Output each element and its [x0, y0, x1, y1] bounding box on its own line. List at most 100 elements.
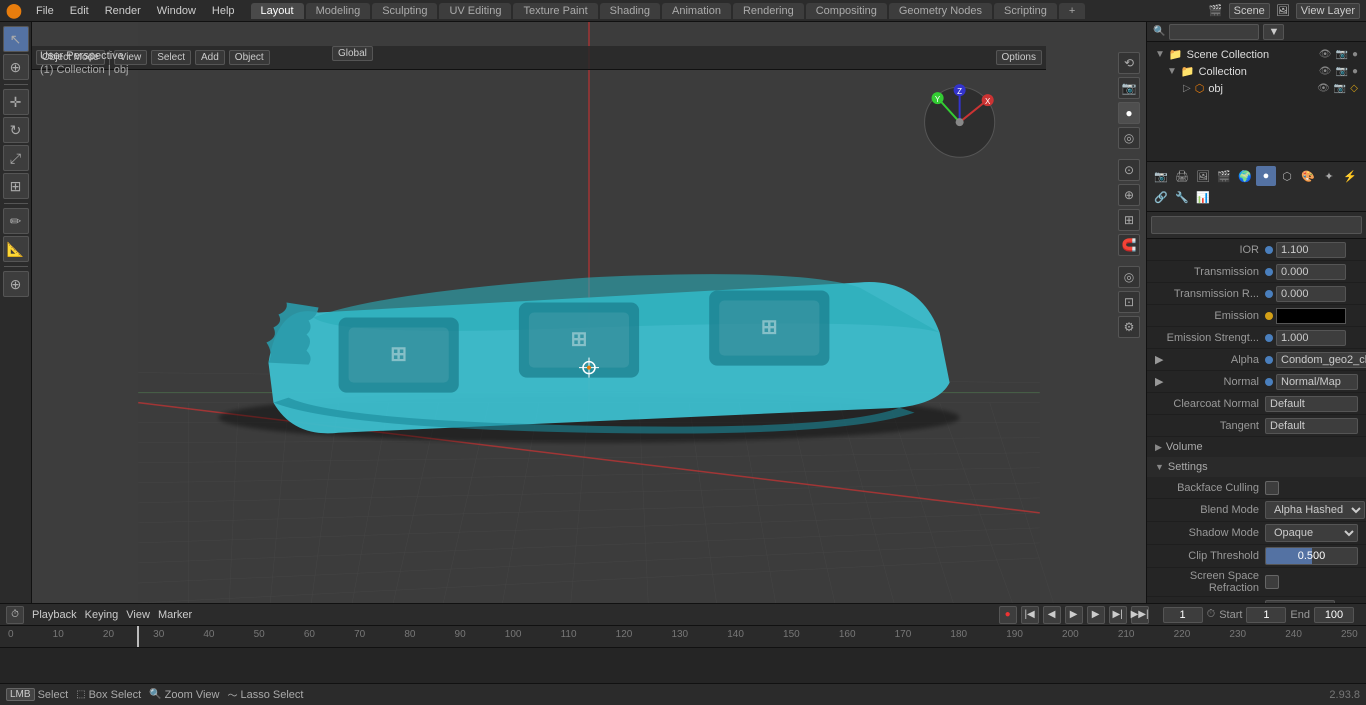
- emission-color[interactable]: [1276, 308, 1346, 324]
- viewport[interactable]: Object Mode View Select Add Object Optio…: [32, 22, 1146, 603]
- tool-select[interactable]: ↖: [3, 26, 29, 52]
- tool-rotate[interactable]: ↻: [3, 117, 29, 143]
- keying-menu[interactable]: Keying: [85, 609, 119, 621]
- scene-collection-cam[interactable]: 📷: [1336, 49, 1348, 60]
- proportional-btn[interactable]: ◎: [1118, 266, 1140, 288]
- start-frame-box[interactable]: 1: [1246, 607, 1286, 623]
- prop-icon-data[interactable]: 📊: [1193, 187, 1213, 207]
- menu-window[interactable]: Window: [149, 3, 204, 19]
- view-camera-btn[interactable]: 📷: [1118, 77, 1140, 99]
- tab-geometry-nodes[interactable]: Geometry Nodes: [889, 3, 992, 19]
- backface-checkbox[interactable]: [1265, 481, 1279, 495]
- obj-cam[interactable]: 📷: [1334, 83, 1346, 94]
- viewport-options[interactable]: Options: [996, 50, 1042, 65]
- tab-add[interactable]: +: [1059, 3, 1085, 19]
- emission-strength-input[interactable]: 1.000: [1276, 330, 1346, 346]
- tool-settings-btn[interactable]: ⚙: [1118, 316, 1140, 338]
- prop-icon-physics[interactable]: ⚡: [1340, 166, 1360, 186]
- tab-animation[interactable]: Animation: [662, 3, 731, 19]
- next-keyframe-btn[interactable]: ▶|: [1109, 606, 1127, 624]
- viewport-canvas[interactable]: ⊞ ⊞ ⊞ X: [32, 22, 1146, 603]
- volume-section[interactable]: ▶ Volume: [1147, 437, 1366, 457]
- transmission-r-input[interactable]: 0.000: [1276, 286, 1346, 302]
- collection-cam[interactable]: 📷: [1336, 66, 1348, 77]
- obj-eye[interactable]: 👁: [1317, 83, 1330, 94]
- tree-scene-collection[interactable]: ▼ 📁 Scene Collection 👁 📷 ●: [1151, 46, 1362, 63]
- record-btn[interactable]: ●: [999, 606, 1017, 624]
- tab-compositing[interactable]: Compositing: [806, 3, 887, 19]
- playback-menu[interactable]: Playback: [32, 609, 77, 621]
- menu-edit[interactable]: Edit: [62, 3, 97, 19]
- shadow-mode-dropdown[interactable]: Opaque: [1265, 524, 1358, 542]
- tool-add[interactable]: ⊕: [3, 271, 29, 297]
- ssr-checkbox[interactable]: [1265, 575, 1279, 589]
- obj-dot[interactable]: ◇: [1350, 83, 1358, 94]
- tab-rendering[interactable]: Rendering: [733, 3, 804, 19]
- prop-icon-scene[interactable]: 🎬: [1214, 166, 1234, 186]
- scene-selector[interactable]: Scene: [1229, 3, 1270, 19]
- tool-measure[interactable]: 📐: [3, 236, 29, 262]
- outliner-search[interactable]: [1169, 24, 1259, 40]
- ior-input[interactable]: 1.100: [1276, 242, 1346, 258]
- menu-render[interactable]: Render: [97, 3, 149, 19]
- timeline-cursor[interactable]: [137, 626, 139, 647]
- prop-icon-mesh[interactable]: ⬡: [1277, 166, 1297, 186]
- overlay-btn[interactable]: ⊕: [1118, 184, 1140, 206]
- transform-pivot-btn[interactable]: ⊡: [1118, 291, 1140, 313]
- timeline-mode-btn[interactable]: ⏱: [6, 606, 24, 624]
- tool-annotate[interactable]: ✏: [3, 208, 29, 234]
- snap-btn[interactable]: 🧲: [1118, 234, 1140, 256]
- menu-help[interactable]: Help: [204, 3, 243, 19]
- tree-obj[interactable]: ▷ ⬡ obj 👁 📷 ◇: [1151, 80, 1362, 97]
- play-btn[interactable]: ▶: [1065, 606, 1083, 624]
- normal-link[interactable]: Normal/Map: [1276, 374, 1358, 390]
- clearcoat-normal-link[interactable]: Default: [1265, 396, 1358, 412]
- tab-texture-paint[interactable]: Texture Paint: [513, 3, 597, 19]
- gizmo-btn[interactable]: ⊞: [1118, 209, 1140, 231]
- blend-mode-dropdown[interactable]: Alpha Hashed: [1265, 501, 1365, 519]
- tool-cursor[interactable]: ⊕: [3, 54, 29, 80]
- view-layer-selector[interactable]: View Layer: [1296, 3, 1360, 19]
- alpha-link[interactable]: Condom_geo2_class...: [1276, 352, 1366, 368]
- end-frame-box[interactable]: 100: [1314, 607, 1354, 623]
- tool-transform[interactable]: ⊞: [3, 173, 29, 199]
- prev-keyframe-btn[interactable]: |◀: [1021, 606, 1039, 624]
- outliner-filter[interactable]: ▼: [1263, 24, 1284, 40]
- prop-icon-render[interactable]: 📷: [1151, 166, 1171, 186]
- prop-icon-particles[interactable]: ✦: [1319, 166, 1339, 186]
- prop-icon-modifier[interactable]: 🔧: [1172, 187, 1192, 207]
- prev-frame-btn[interactable]: ◀: [1043, 606, 1061, 624]
- prop-icon-object[interactable]: ●: [1256, 166, 1276, 186]
- next-frame-btn[interactable]: ▶: [1087, 606, 1105, 624]
- tangent-link[interactable]: Default: [1265, 418, 1358, 434]
- view-menu[interactable]: View: [126, 609, 150, 621]
- viewport-add-menu[interactable]: Add: [195, 50, 225, 65]
- prop-icon-view[interactable]: 🖼: [1193, 166, 1213, 186]
- transmission-input[interactable]: 0.000: [1276, 264, 1346, 280]
- tool-move[interactable]: ✛: [3, 89, 29, 115]
- viewport-object-menu[interactable]: Object: [229, 50, 270, 65]
- collection-restrict[interactable]: ●: [1352, 66, 1358, 77]
- settings-section[interactable]: ▼ Settings: [1147, 457, 1366, 477]
- tree-collection[interactable]: ▼ 📁 Collection 👁 📷 ●: [1151, 63, 1362, 80]
- prop-icon-material[interactable]: 🎨: [1298, 166, 1318, 186]
- global-dropdown[interactable]: Global: [332, 46, 373, 61]
- prop-icon-output[interactable]: 🖨: [1172, 166, 1192, 186]
- tab-scripting[interactable]: Scripting: [994, 3, 1057, 19]
- clip-threshold-slider[interactable]: 0.500: [1265, 547, 1358, 565]
- tab-modeling[interactable]: Modeling: [306, 3, 371, 19]
- tab-uv-editing[interactable]: UV Editing: [439, 3, 511, 19]
- viewport-select-menu[interactable]: Select: [151, 50, 191, 65]
- scene-collection-dot[interactable]: ●: [1352, 49, 1358, 60]
- collection-eye[interactable]: 👁: [1319, 66, 1332, 77]
- scene-collection-eye[interactable]: 👁: [1319, 49, 1332, 60]
- tab-shading[interactable]: Shading: [600, 3, 660, 19]
- properties-search-input[interactable]: [1151, 216, 1362, 234]
- prop-icon-constraint[interactable]: 🔗: [1151, 187, 1171, 207]
- view-wireframe-btn[interactable]: ◎: [1118, 127, 1140, 149]
- prop-icon-world[interactable]: 🌍: [1235, 166, 1255, 186]
- view-perspective-btn[interactable]: ⟲: [1118, 52, 1140, 74]
- tab-sculpting[interactable]: Sculpting: [372, 3, 437, 19]
- xray-btn[interactable]: ⊙: [1118, 159, 1140, 181]
- last-frame-btn[interactable]: ▶▶|: [1131, 606, 1149, 624]
